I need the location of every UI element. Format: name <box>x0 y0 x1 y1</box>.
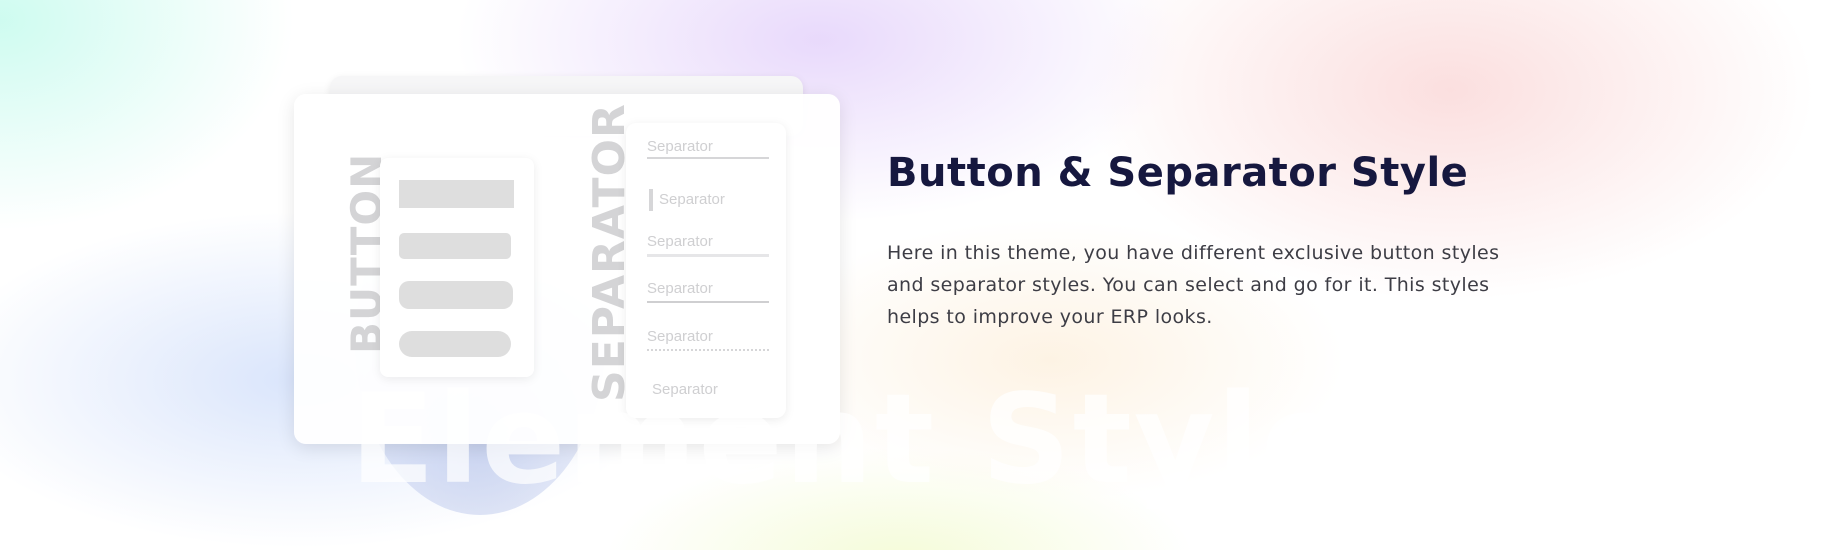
separator-sample-underline: Separator <box>647 138 769 159</box>
sample-button-pill <box>399 331 511 357</box>
separator-sample-thick-underline: Separator <box>647 233 769 257</box>
sample-button-more-rounded <box>399 281 513 309</box>
separator-sample-solid-underline: Separator <box>647 280 769 303</box>
sample-button-rounded <box>399 233 511 259</box>
section-description: Here in this theme, you have different e… <box>887 242 1500 328</box>
button-samples-panel <box>380 158 534 377</box>
separator-sample-left-bar: Separator <box>649 189 725 211</box>
section-title: Button & Separator Style <box>887 150 1469 196</box>
separator-sample-dotted-underline: Separator <box>647 328 769 351</box>
sample-button-square <box>399 180 514 208</box>
watermark-text: Element Style <box>350 368 1348 512</box>
